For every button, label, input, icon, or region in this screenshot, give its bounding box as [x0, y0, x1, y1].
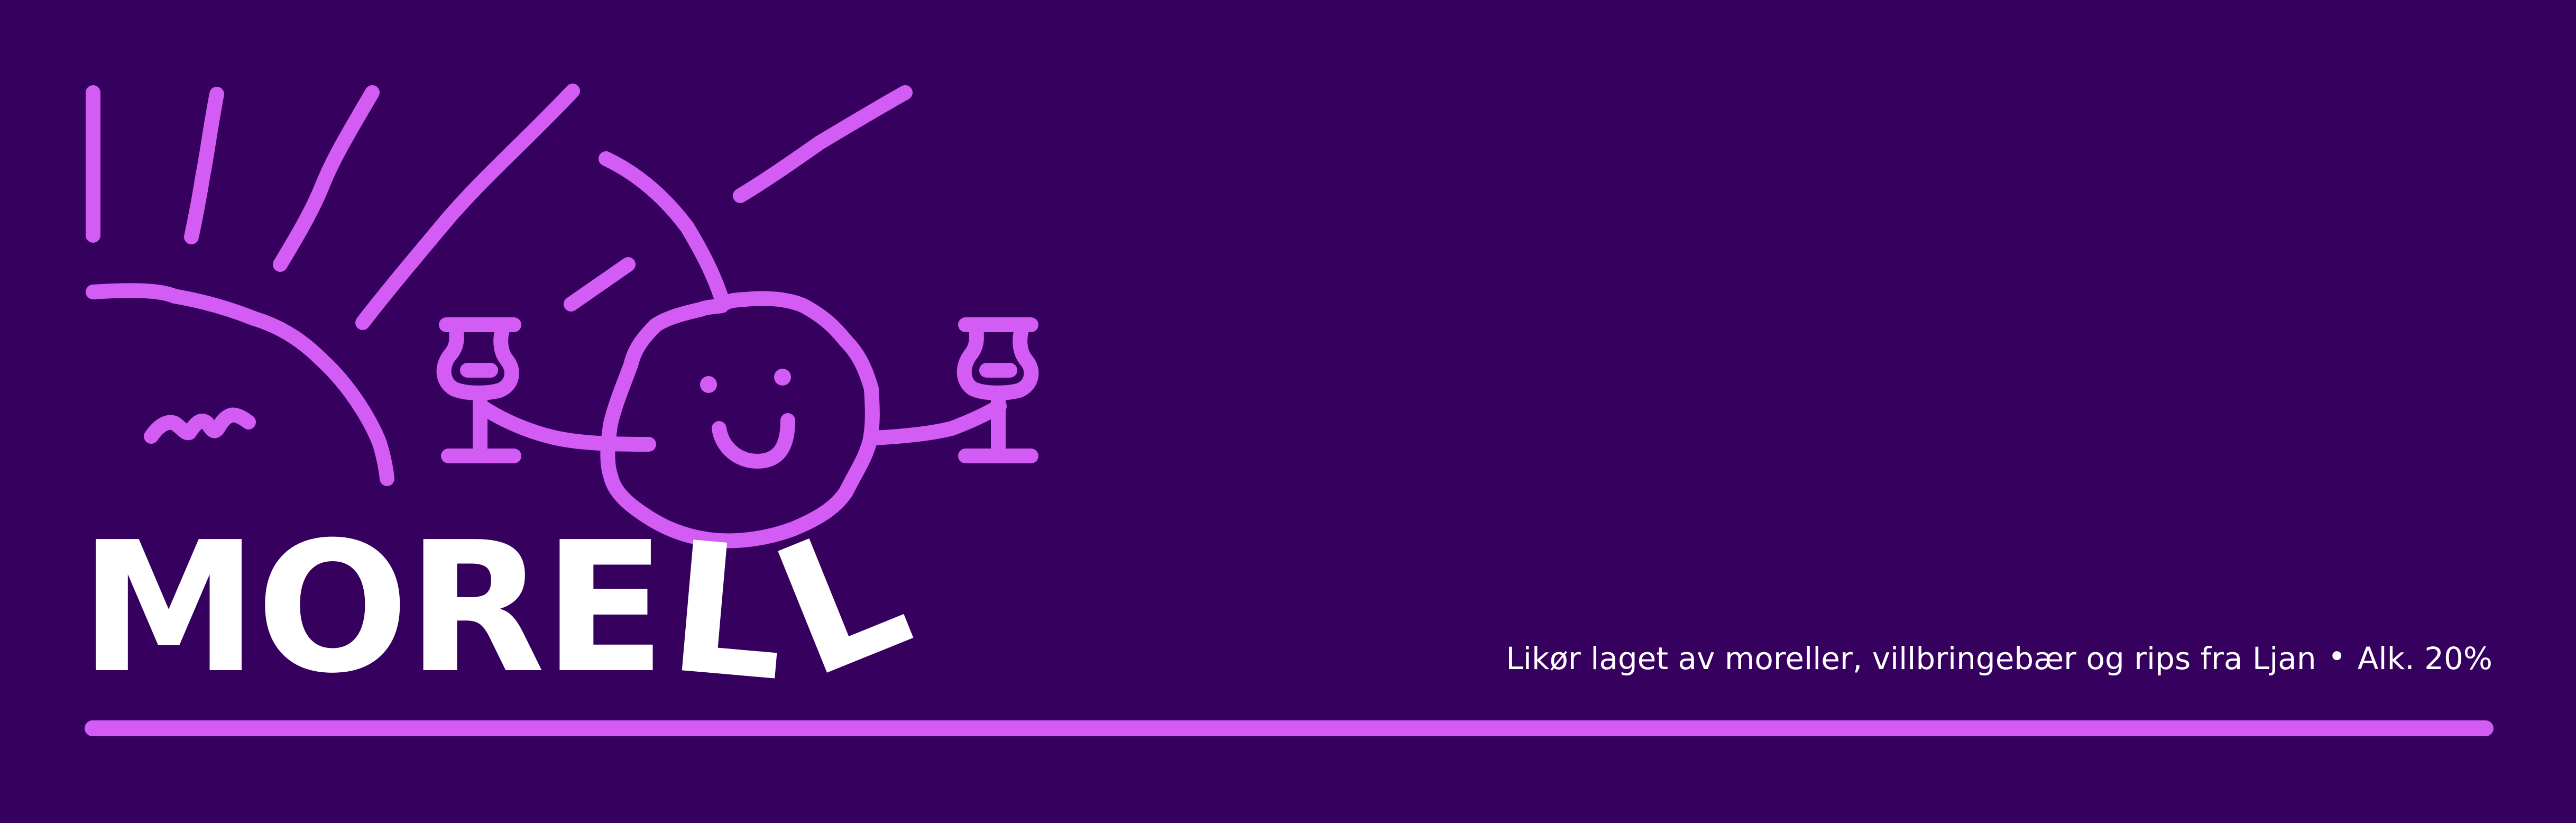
wine-glass-icon — [956, 317, 1039, 463]
brand-wordmark: MORELL — [79, 482, 932, 721]
liqueur-label: MORELL Likør laget av moreller, villbrin… — [0, 0, 2576, 823]
wordmark-letter-e: E — [543, 504, 666, 713]
bird-icon — [144, 407, 256, 444]
cherry-left-arm — [477, 401, 656, 452]
cherry-right-arm — [865, 399, 1007, 445]
wordmark-letter-m: M — [79, 504, 258, 713]
bottom-rule — [85, 720, 2494, 736]
tagline-description: Likør laget av moreller, villbringebær o… — [1506, 641, 2316, 676]
sun-rays-icon — [86, 84, 913, 330]
cherry-left-eye — [700, 376, 717, 393]
tagline-separator: • — [2327, 638, 2346, 674]
cherry-smile — [712, 413, 795, 469]
tagline-alcohol: Alk. 20% — [2357, 641, 2492, 676]
cherry-right-eye — [774, 369, 791, 386]
wordmark-letter-o: O — [256, 504, 409, 713]
cherry-character-icon — [477, 151, 1007, 548]
product-tagline: Likør laget av moreller, villbringebær o… — [1506, 637, 2492, 680]
wine-glass-icon — [436, 317, 521, 463]
wordmark-letter-r: R — [407, 504, 545, 713]
hill-icon — [86, 283, 394, 486]
cherry-stem — [599, 151, 729, 306]
